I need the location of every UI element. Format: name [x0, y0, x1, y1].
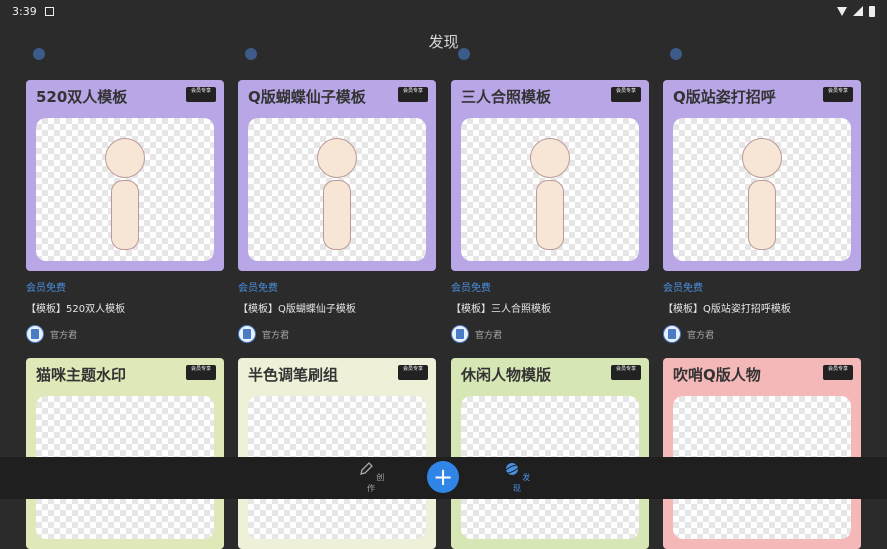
thumbnail-title: 猫咪主题水印 [36, 366, 127, 384]
template-thumbnail[interactable]: Q版站姿打招呼 会员专享 [663, 80, 861, 271]
add-button[interactable]: + [427, 461, 459, 493]
template-card[interactable]: Q版蝴蝶仙子模板 会员专享 会员免费 【模板】Q版蝴蝶仙子模板 官方君 [238, 80, 436, 343]
thumbnail-title: Q版站姿打招呼 [673, 88, 776, 106]
avatar [458, 48, 470, 60]
pen-icon [359, 462, 373, 475]
vip-badge: 会员专享 [186, 87, 216, 102]
vip-badge: 会员专享 [611, 87, 641, 102]
template-card[interactable]: 半色调笔刷组 会员专享 [238, 358, 436, 549]
template-name[interactable]: 【模板】三人合照模板 [451, 300, 649, 315]
figure-illustration [307, 138, 367, 258]
clock: 3:39 [12, 4, 37, 18]
figure-illustration [520, 138, 580, 258]
free-badge: 会员免费 [451, 283, 491, 294]
vip-badge: 会员专享 [186, 365, 216, 380]
battery-icon [869, 5, 875, 17]
thumbnail-title: 三人合照模板 [461, 88, 552, 106]
template-card[interactable]: 三人合照模板 会员专享 会员免费 【模板】三人合照模板 官方君 [451, 80, 649, 343]
thumbnail-title: Q版蝴蝶仙子模板 [248, 88, 366, 106]
template-card[interactable]: 吹哨Q版人物 会员专享 [663, 358, 861, 549]
avatar [670, 48, 682, 60]
top-bar: 发现 [0, 22, 887, 60]
thumbnail-title: 休闲人物模版 [461, 366, 552, 384]
template-name[interactable]: 【模板】520双人模板 [26, 300, 224, 315]
author-avatar-icon [451, 325, 469, 343]
template-thumbnail[interactable]: 520双人模板 会员专享 [26, 80, 224, 271]
figure-illustration [732, 138, 792, 258]
status-bar: 3:39 [0, 0, 887, 22]
vip-badge: 会员专享 [823, 87, 853, 102]
wifi-icon [837, 6, 847, 16]
template-card[interactable]: 520双人模板 会员专享 会员免费 【模板】520双人模板 官方君 [26, 80, 224, 343]
template-card[interactable]: 猫咪主题水印 会员专享 [26, 358, 224, 549]
figure-illustration [95, 138, 155, 258]
page-title: 发现 [428, 32, 459, 51]
plus-icon: + [432, 463, 454, 491]
avatar [245, 48, 257, 60]
avatar [33, 48, 45, 60]
free-badge: 会员免费 [26, 283, 66, 294]
author-name: 官方君 [262, 330, 290, 341]
nav-discover[interactable]: 发现 [502, 461, 532, 494]
template-thumbnail[interactable]: Q版蝴蝶仙子模板 会员专享 [238, 80, 436, 271]
vip-badge: 会员专享 [611, 365, 641, 380]
author-row[interactable]: 官方君 [26, 325, 224, 343]
planet-icon [503, 463, 520, 475]
template-card[interactable]: 休闲人物模版 会员专享 [451, 358, 649, 549]
author-row[interactable]: 官方君 [238, 325, 436, 343]
vip-badge: 会员专享 [398, 365, 428, 380]
template-thumbnail[interactable]: 猫咪主题水印 会员专享 [26, 358, 224, 549]
vip-badge: 会员专享 [823, 365, 853, 380]
template-thumbnail[interactable]: 吹哨Q版人物 会员专享 [663, 358, 861, 549]
author-avatar-icon [238, 325, 256, 343]
author-avatar-icon [26, 325, 44, 343]
author-row[interactable]: 官方君 [663, 325, 861, 343]
author-row[interactable]: 官方君 [451, 325, 649, 343]
author-avatar-icon [663, 325, 681, 343]
template-name[interactable]: 【模板】Q版站姿打招呼模板 [663, 300, 861, 315]
thumbnail-title: 半色调笔刷组 [248, 366, 339, 384]
author-name: 官方君 [475, 330, 503, 341]
author-name: 官方君 [687, 330, 715, 341]
thumbnail-title: 520双人模板 [36, 88, 128, 106]
template-card[interactable]: Q版站姿打招呼 会员专享 会员免费 【模板】Q版站姿打招呼模板 官方君 [663, 80, 861, 343]
template-thumbnail[interactable]: 三人合照模板 会员专享 [451, 80, 649, 271]
thumbnail-title: 吹哨Q版人物 [673, 366, 761, 384]
vip-badge: 会员专享 [398, 87, 428, 102]
free-badge: 会员免费 [238, 283, 278, 294]
template-thumbnail[interactable]: 半色调笔刷组 会员专享 [238, 358, 436, 549]
signal-icon [853, 6, 863, 16]
free-badge: 会员免费 [663, 283, 703, 294]
template-thumbnail[interactable]: 休闲人物模版 会员专享 [451, 358, 649, 549]
notification-icon [44, 6, 54, 16]
author-name: 官方君 [50, 330, 78, 341]
template-name[interactable]: 【模板】Q版蝴蝶仙子模板 [238, 300, 436, 315]
nav-create[interactable]: 创作 [356, 461, 386, 494]
